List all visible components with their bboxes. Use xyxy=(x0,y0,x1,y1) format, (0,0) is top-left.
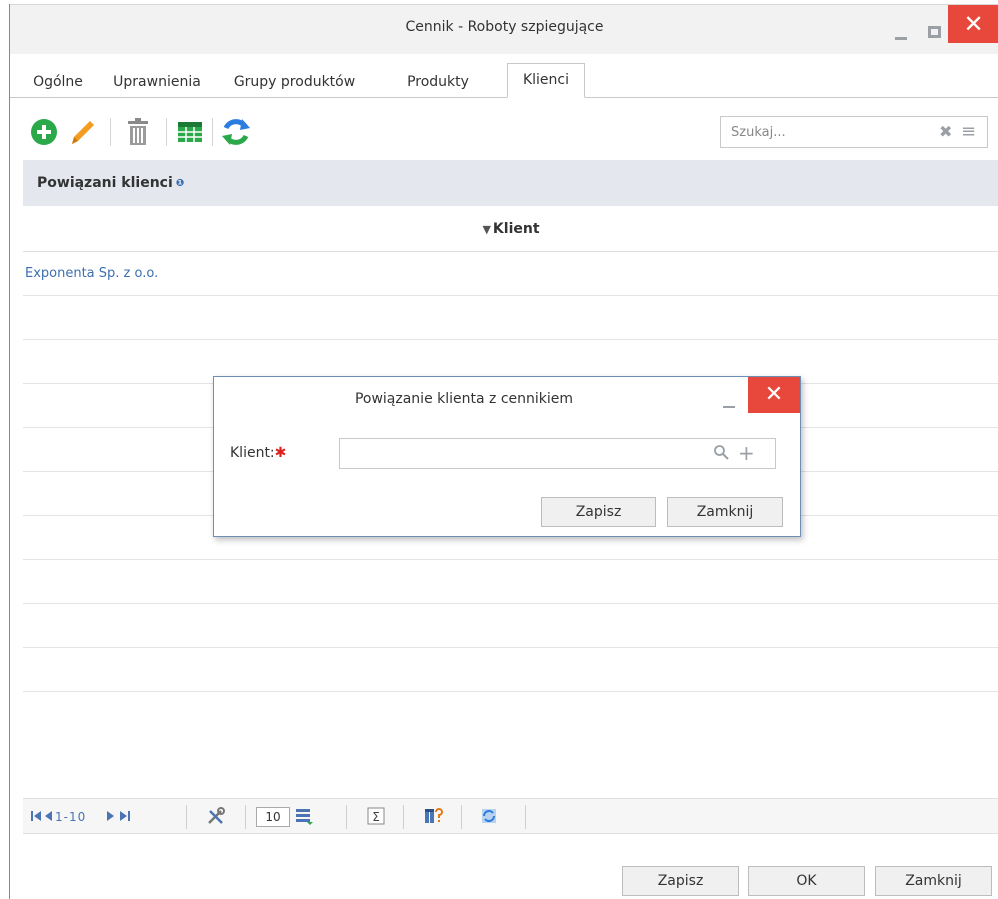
pager-nav: 1-10 xyxy=(31,808,161,824)
tab-produkty[interactable]: Produkty xyxy=(379,66,497,98)
edit-pencil-icon[interactable] xyxy=(66,116,98,148)
client-field-label: Klient:✱ xyxy=(230,445,286,461)
delete-trash-icon[interactable] xyxy=(122,116,154,148)
pager-divider xyxy=(461,805,462,829)
column-header-klient[interactable]: ▼ Klient xyxy=(23,206,998,252)
prev-page-icon[interactable] xyxy=(45,811,52,821)
next-page-icon[interactable] xyxy=(107,811,114,821)
tab-klienci[interactable]: Klienci xyxy=(507,63,585,98)
refresh-icon[interactable] xyxy=(220,116,252,148)
client-field[interactable]: + xyxy=(339,438,776,469)
toolbar-divider xyxy=(212,118,213,146)
tab-uprawnienia[interactable]: Uprawnienia xyxy=(104,66,210,98)
table-row[interactable]: Exponenta Sp. z o.o. xyxy=(23,252,998,296)
clear-search-icon[interactable]: ✖ xyxy=(939,122,952,141)
dialog-close-button[interactable]: ✕ xyxy=(748,377,800,413)
svg-text:Σ: Σ xyxy=(372,810,380,824)
pager-divider xyxy=(525,805,526,829)
page-size-list-icon[interactable] xyxy=(294,806,314,826)
search-icon[interactable] xyxy=(713,444,729,460)
tab-grupy-produktow[interactable]: Grupy produktów xyxy=(221,66,368,98)
table-row[interactable] xyxy=(23,296,998,340)
grid-header: Powiązani klienci ❶ xyxy=(23,160,998,206)
table-row[interactable] xyxy=(23,648,998,692)
dialog-minimize-button[interactable] xyxy=(717,385,741,415)
close-button[interactable]: ✕ xyxy=(948,5,998,43)
settings-tools-icon[interactable] xyxy=(206,806,226,826)
info-icon[interactable]: ❶ xyxy=(176,178,184,189)
dialog-title: Powiązanie klienta z cennikiem xyxy=(354,391,574,407)
table-row[interactable] xyxy=(23,560,998,604)
search-input[interactable] xyxy=(721,117,921,147)
ok-button[interactable]: OK xyxy=(748,866,865,896)
sort-desc-icon: ▼ xyxy=(482,223,491,236)
search-box: ✖ ≡ xyxy=(720,116,988,148)
sync-icon[interactable] xyxy=(479,806,499,826)
add-icon[interactable] xyxy=(28,116,60,148)
link-client-dialog: Powiązanie klienta z cennikiem ✕ Klient:… xyxy=(213,376,801,537)
column-label: Klient xyxy=(492,221,540,237)
first-page-icon[interactable] xyxy=(31,811,41,821)
sum-icon[interactable]: Σ xyxy=(366,806,386,826)
title-bar[interactable]: Cennik - Roboty szpiegujące ✕ xyxy=(10,4,998,54)
last-page-icon[interactable] xyxy=(120,811,130,821)
tab-bar: Ogólne Uprawnienia Grupy produktów Produ… xyxy=(10,58,998,98)
client-link[interactable]: Exponenta Sp. z o.o. xyxy=(25,266,158,281)
window-title: Cennik - Roboty szpiegujące xyxy=(405,19,604,35)
dialog-close-text-button[interactable]: Zamknij xyxy=(667,497,783,527)
maximize-button[interactable] xyxy=(921,5,949,43)
close-footer-button[interactable]: Zamknij xyxy=(875,866,992,896)
add-client-icon[interactable]: + xyxy=(738,442,755,464)
pager-divider xyxy=(245,805,246,829)
toolbar-divider xyxy=(110,118,111,146)
table-view-icon[interactable] xyxy=(174,116,206,148)
dialog-save-button[interactable]: Zapisz xyxy=(541,497,656,527)
pager-divider xyxy=(346,805,347,829)
toolbar-divider xyxy=(166,118,167,146)
save-button[interactable]: Zapisz xyxy=(622,866,739,896)
pager-divider xyxy=(186,805,187,829)
required-icon: ✱ xyxy=(274,445,287,461)
tab-ogolne[interactable]: Ogólne xyxy=(27,66,89,98)
page-range: 1-10 xyxy=(55,810,86,824)
pager-divider xyxy=(403,805,404,829)
minimize-button[interactable] xyxy=(887,5,915,43)
search-options-icon[interactable]: ≡ xyxy=(961,121,976,142)
grid-title: Powiązani klienci xyxy=(37,175,173,191)
columns-icon[interactable] xyxy=(423,806,443,826)
client-label-text: Klient: xyxy=(230,445,275,461)
table-row[interactable] xyxy=(23,604,998,648)
pager-bar: 1-10 10 Σ xyxy=(23,798,998,834)
page-size-input[interactable]: 10 xyxy=(256,807,290,827)
